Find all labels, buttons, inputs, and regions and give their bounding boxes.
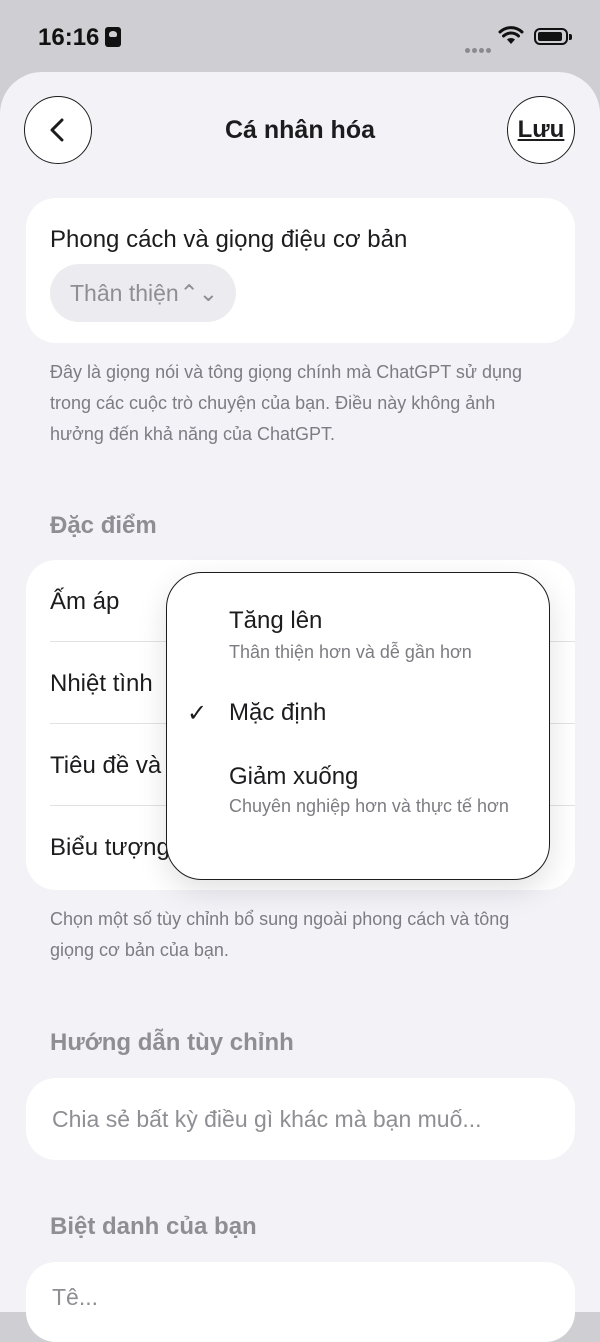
- status-time: 16:16: [38, 24, 100, 51]
- trait-label: Biểu tượng: [50, 834, 170, 861]
- option-title: Giảm xuống: [229, 763, 359, 790]
- battery-icon: [534, 28, 572, 45]
- option-subtitle: Thân thiện hơn và dễ gần hơn: [229, 642, 472, 662]
- chevron-up-down-icon: ⌃⌄: [179, 280, 218, 306]
- style-label: Phong cách và giọng điệu cơ bản: [50, 226, 408, 253]
- signal-icon: [465, 40, 493, 58]
- option-title: Mặc định: [229, 699, 327, 726]
- custom-instructions-field[interactable]: Chia sẻ bất kỳ điều gì khác mà bạn muố..…: [26, 1078, 575, 1160]
- id-card-icon: [105, 27, 121, 47]
- style-select[interactable]: Thân thiện ⌃⌄: [50, 264, 236, 322]
- style-card: Phong cách và giọng điệu cơ bản Thân thi…: [26, 198, 575, 343]
- trait-label: Nhiệt tình: [50, 670, 153, 697]
- custom-instructions-placeholder: Chia sẻ bất kỳ điều gì khác mà bạn muố..…: [52, 1106, 482, 1132]
- style-note: Đây là giọng nói và tông giọng chính mà …: [50, 362, 523, 444]
- traits-header: Đặc điểm: [50, 512, 157, 539]
- checkmark-icon: ✓: [187, 700, 208, 727]
- trait-label: Tiêu đề và: [50, 752, 162, 779]
- status-bar: 16:16: [0, 0, 600, 74]
- custom-instructions-header: Hướng dẫn tùy chỉnh: [50, 1029, 294, 1056]
- nickname-field[interactable]: Tê...: [26, 1262, 575, 1342]
- option-subtitle: Chuyên nghiệp hơn và thực tế hơn: [229, 796, 509, 816]
- traits-note: Chọn một số tùy chỉnh bổ sung ngoài phon…: [50, 909, 510, 960]
- save-button[interactable]: Lưu: [507, 96, 575, 164]
- trait-label: Ấm áp: [50, 588, 120, 615]
- option-title: Tăng lên: [229, 607, 323, 634]
- style-selected-value: Thân thiện: [70, 280, 179, 306]
- level-dropdown-menu: Tăng lên Thân thiện hơn và dễ gần hơn ✓ …: [166, 572, 550, 880]
- nickname-header: Biệt danh của bạn: [50, 1213, 257, 1240]
- wifi-icon: [498, 26, 524, 44]
